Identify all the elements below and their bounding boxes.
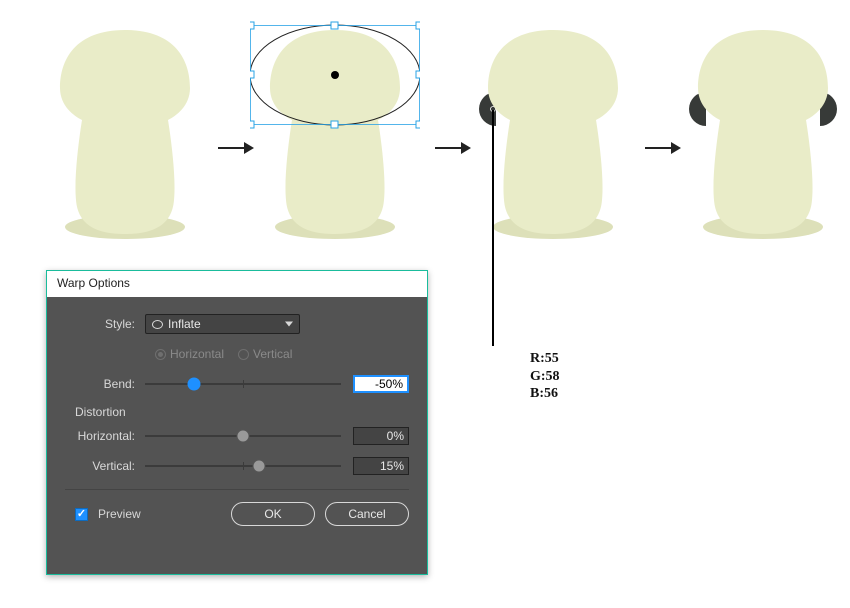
preview-checkbox[interactable]: ✓ — [75, 508, 88, 521]
rgb-annotation: R:55 G:58 B:56 — [530, 350, 560, 403]
vertical-label: Vertical: — [65, 459, 145, 473]
step-arrow-icon — [435, 140, 471, 156]
vertical-thumb[interactable] — [252, 460, 265, 473]
bend-thumb[interactable] — [188, 378, 201, 391]
style-label: Style: — [65, 317, 145, 331]
divider — [65, 489, 409, 490]
stage-3 — [468, 20, 638, 240]
rgb-g-label: G:58 — [530, 368, 560, 386]
orientation-horizontal-radio: Horizontal — [155, 347, 224, 361]
step-arrow-icon — [218, 140, 254, 156]
horizontal-label: Horizontal: — [65, 429, 145, 443]
vertical-value-input[interactable]: 15% — [353, 457, 409, 475]
canvas — [30, 20, 830, 240]
bend-slider[interactable] — [145, 372, 341, 396]
chevron-down-icon — [285, 322, 293, 327]
preview-label: Preview — [98, 507, 141, 521]
horizontal-value-input[interactable]: 0% — [353, 427, 409, 445]
rgb-r-label: R:55 — [530, 350, 560, 368]
rgb-b-label: B:56 — [530, 385, 560, 403]
stage-4 — [678, 20, 848, 240]
warp-options-dialog: Warp Options Style: Inflate Horizontal V… — [46, 270, 428, 575]
inflate-icon — [152, 320, 163, 329]
ok-button[interactable]: OK — [231, 502, 315, 526]
style-value: Inflate — [168, 317, 201, 331]
style-select[interactable]: Inflate — [145, 314, 300, 334]
bend-label: Bend: — [65, 377, 145, 391]
annotation-line — [492, 110, 494, 346]
horizontal-slider[interactable] — [145, 424, 341, 448]
stage-1 — [40, 20, 210, 240]
orientation-vertical-radio: Vertical — [238, 347, 292, 361]
distortion-section-label: Distortion — [75, 405, 409, 419]
horizontal-thumb[interactable] — [237, 430, 250, 443]
dialog-title: Warp Options — [47, 271, 427, 297]
bend-value-input[interactable]: -50% — [353, 375, 409, 393]
cancel-button[interactable]: Cancel — [325, 502, 409, 526]
stage-2 — [250, 20, 420, 240]
vertical-slider[interactable] — [145, 454, 341, 478]
step-arrow-icon — [645, 140, 681, 156]
